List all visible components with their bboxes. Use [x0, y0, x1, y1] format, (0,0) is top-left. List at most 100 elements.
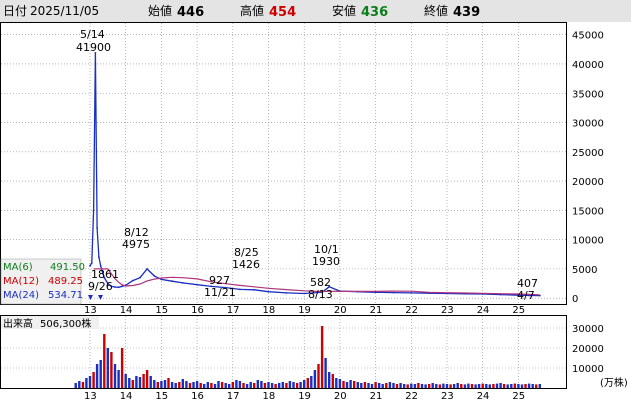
volume-bar [527, 383, 531, 388]
volume-bar [295, 383, 299, 388]
volume-bar [270, 383, 274, 388]
volume-bar [349, 380, 352, 388]
volume-bar [370, 384, 374, 388]
volume-bar [228, 384, 231, 388]
volume-bar [374, 382, 377, 388]
volume-bar [467, 383, 470, 388]
price-point [121, 285, 123, 288]
price-x-tick-label: 15 [155, 305, 168, 316]
ma24-label: MA(24) [3, 290, 39, 301]
volume-bar [517, 384, 520, 388]
price-x-tick-label: 24 [477, 305, 490, 316]
volume-bar [174, 383, 177, 388]
price-x-tick-label: 20 [334, 305, 347, 316]
price-y-tick-label: 30000 [572, 119, 604, 130]
volume-bar [149, 376, 152, 388]
volume-bar [274, 384, 277, 388]
volume-bar [502, 384, 506, 388]
high-label: 高値 [240, 3, 264, 18]
volume-bar [281, 382, 284, 388]
volume-bar [363, 382, 367, 388]
volume-bar [381, 384, 384, 388]
price-point [171, 280, 174, 283]
volume-bar [256, 380, 259, 388]
volume-bar [338, 379, 342, 388]
volume-x-tick-label: 25 [512, 391, 525, 400]
price-point [153, 275, 156, 277]
volume-bar [420, 384, 424, 388]
volume-bar [156, 382, 159, 388]
volume-bar [138, 377, 142, 388]
volume-bar [145, 370, 149, 388]
volume-bar [278, 383, 281, 388]
volume-bar [178, 382, 181, 388]
volume-x-tick-label: 16 [191, 391, 204, 400]
ma24-value: 534.71 [48, 290, 83, 301]
volume-bar [310, 376, 313, 388]
annotation-value-41900: 41900 [76, 41, 111, 54]
volume-bar [81, 382, 85, 388]
volume-y-tick-label: 10000 [572, 364, 604, 375]
ma12-label: MA(12) [3, 276, 39, 287]
volume-bar [99, 360, 102, 388]
volume-bar [385, 383, 388, 388]
volume-bar [303, 380, 306, 388]
price-point [96, 227, 98, 229]
volume-y-tick-label: 20000 [572, 344, 604, 355]
volume-bar [463, 384, 467, 388]
price-point [139, 276, 141, 279]
price-point [239, 288, 241, 291]
volume-bar [395, 384, 399, 388]
volume-bar [417, 383, 420, 388]
volume-bar [135, 376, 138, 388]
volume-bar [95, 364, 99, 388]
stock-chart: 日付 2025/11/05 始値 446 高値 454 安値 436 終値 43… [0, 0, 631, 400]
annotation-date-11-21: 11/21 [204, 286, 236, 299]
price-y-tick-label: 25000 [572, 148, 604, 159]
volume-bar [535, 384, 538, 388]
volume-bar [328, 372, 331, 388]
price-point [146, 268, 149, 270]
volume-bar [78, 381, 81, 388]
price-x-tick-label: 19 [298, 305, 311, 316]
volume-bar [513, 383, 516, 388]
volume-bar [224, 383, 227, 388]
volume-bar [438, 384, 442, 388]
low-label: 安値 [332, 3, 356, 18]
low-value: 436 [361, 5, 388, 20]
price-point [160, 278, 163, 281]
open-value: 446 [177, 5, 204, 20]
volume-bar [217, 381, 220, 388]
volume-bar [231, 382, 234, 388]
volume-bar [260, 381, 263, 388]
price-point [253, 288, 256, 291]
price-panel [0, 22, 567, 305]
volume-bar [456, 383, 459, 388]
price-y-tick-label: 40000 [572, 60, 604, 71]
price-point [114, 286, 116, 288]
volume-x-tick-label: 17 [227, 391, 240, 400]
price-y-axis: 0 5000 10000 15000 20000 25000 30000 35000 40000… [572, 31, 604, 305]
volume-bar [195, 381, 199, 388]
price-x-tick-label: 14 [120, 305, 133, 316]
volume-x-tick-label: 23 [441, 391, 454, 400]
volume-bar [410, 383, 413, 388]
volume-label: 出来高 [3, 317, 33, 330]
price-y-tick-label: 0 [572, 294, 578, 305]
volume-bar [442, 383, 445, 388]
price-y-tick-label: 10000 [572, 236, 604, 247]
volume-x-tick-label: 18 [263, 391, 276, 400]
volume-bar [378, 383, 381, 388]
volume-x-tick-label: 13 [84, 391, 97, 400]
price-point [92, 209, 95, 212]
volume-bar [235, 380, 238, 388]
price-point [99, 265, 102, 267]
annotation-value-4975: 4975 [122, 238, 150, 251]
volume-x-tick-label: 15 [155, 391, 168, 400]
price-y-tick-label: 45000 [572, 31, 604, 42]
annotation-value-1930: 1930 [312, 255, 340, 268]
price-x-tick-label: 17 [227, 305, 240, 316]
volume-bar [110, 352, 113, 388]
annotation-date-4-7: 4/7 [517, 289, 535, 302]
volume-bar [506, 384, 509, 388]
